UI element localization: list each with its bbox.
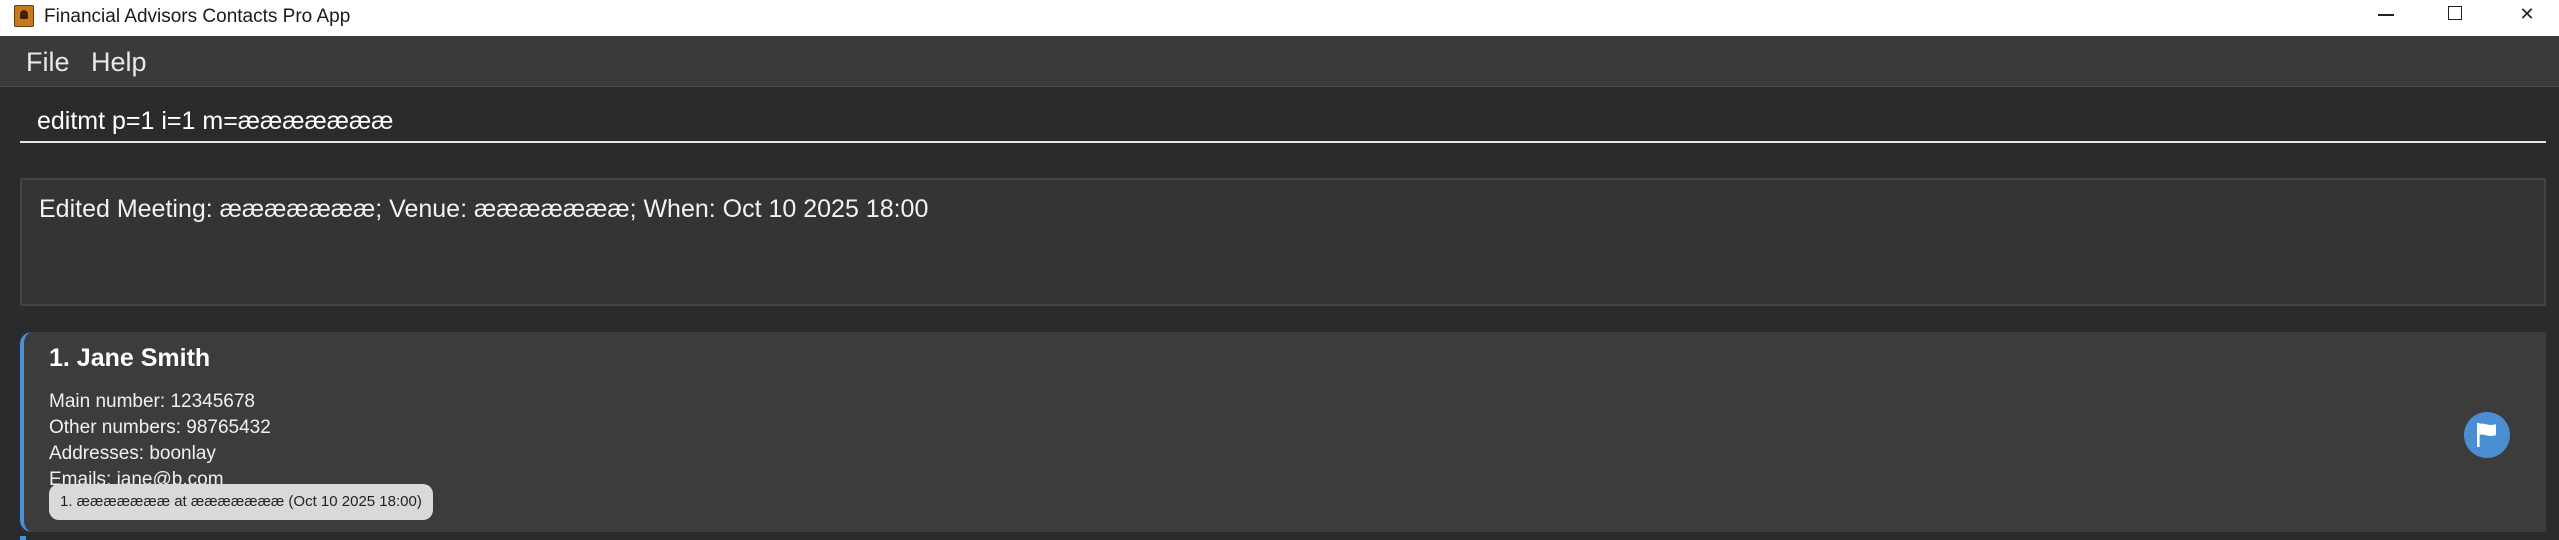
addresses: Addresses: boonlay (49, 443, 216, 464)
maximize-icon (2448, 6, 2462, 20)
flag-button[interactable] (2464, 412, 2510, 458)
command-box (0, 87, 2559, 167)
result-message: Edited Meeting: æææææææ; Venue: æææææææ;… (39, 195, 929, 223)
other-numbers: Other numbers: 98765432 (49, 417, 271, 438)
menu-help[interactable]: Help (91, 46, 147, 78)
main-number: Main number: 12345678 (49, 391, 255, 412)
next-card-edge (20, 536, 26, 540)
close-button[interactable]: ✕ (2492, 0, 2559, 30)
flag-icon (2477, 423, 2496, 447)
minimize-icon (2378, 14, 2394, 16)
person-list[interactable]: 1. Jane Smith Main number: 12345678 Othe… (0, 318, 2559, 540)
result-display: Edited Meeting: æææææææ; Venue: æææææææ;… (20, 178, 2546, 306)
person-name: 1. Jane Smith (49, 344, 211, 372)
menu-bar: File Help (0, 36, 2559, 87)
window-title-bar: Financial Advisors Contacts Pro App ✕ (0, 0, 2559, 36)
close-icon: ✕ (2519, 4, 2535, 25)
minimize-button[interactable] (2350, 0, 2420, 30)
meeting-tag: 1. æææææææ at æææææææ (Oct 10 2025 18:00… (49, 484, 433, 520)
window-title: Financial Advisors Contacts Pro App (44, 6, 351, 27)
person-card[interactable]: 1. Jane Smith Main number: 12345678 Othe… (20, 332, 2546, 532)
app-icon (14, 5, 34, 27)
maximize-button[interactable] (2421, 0, 2491, 30)
command-input[interactable] (20, 101, 2546, 143)
menu-file[interactable]: File (26, 46, 70, 78)
